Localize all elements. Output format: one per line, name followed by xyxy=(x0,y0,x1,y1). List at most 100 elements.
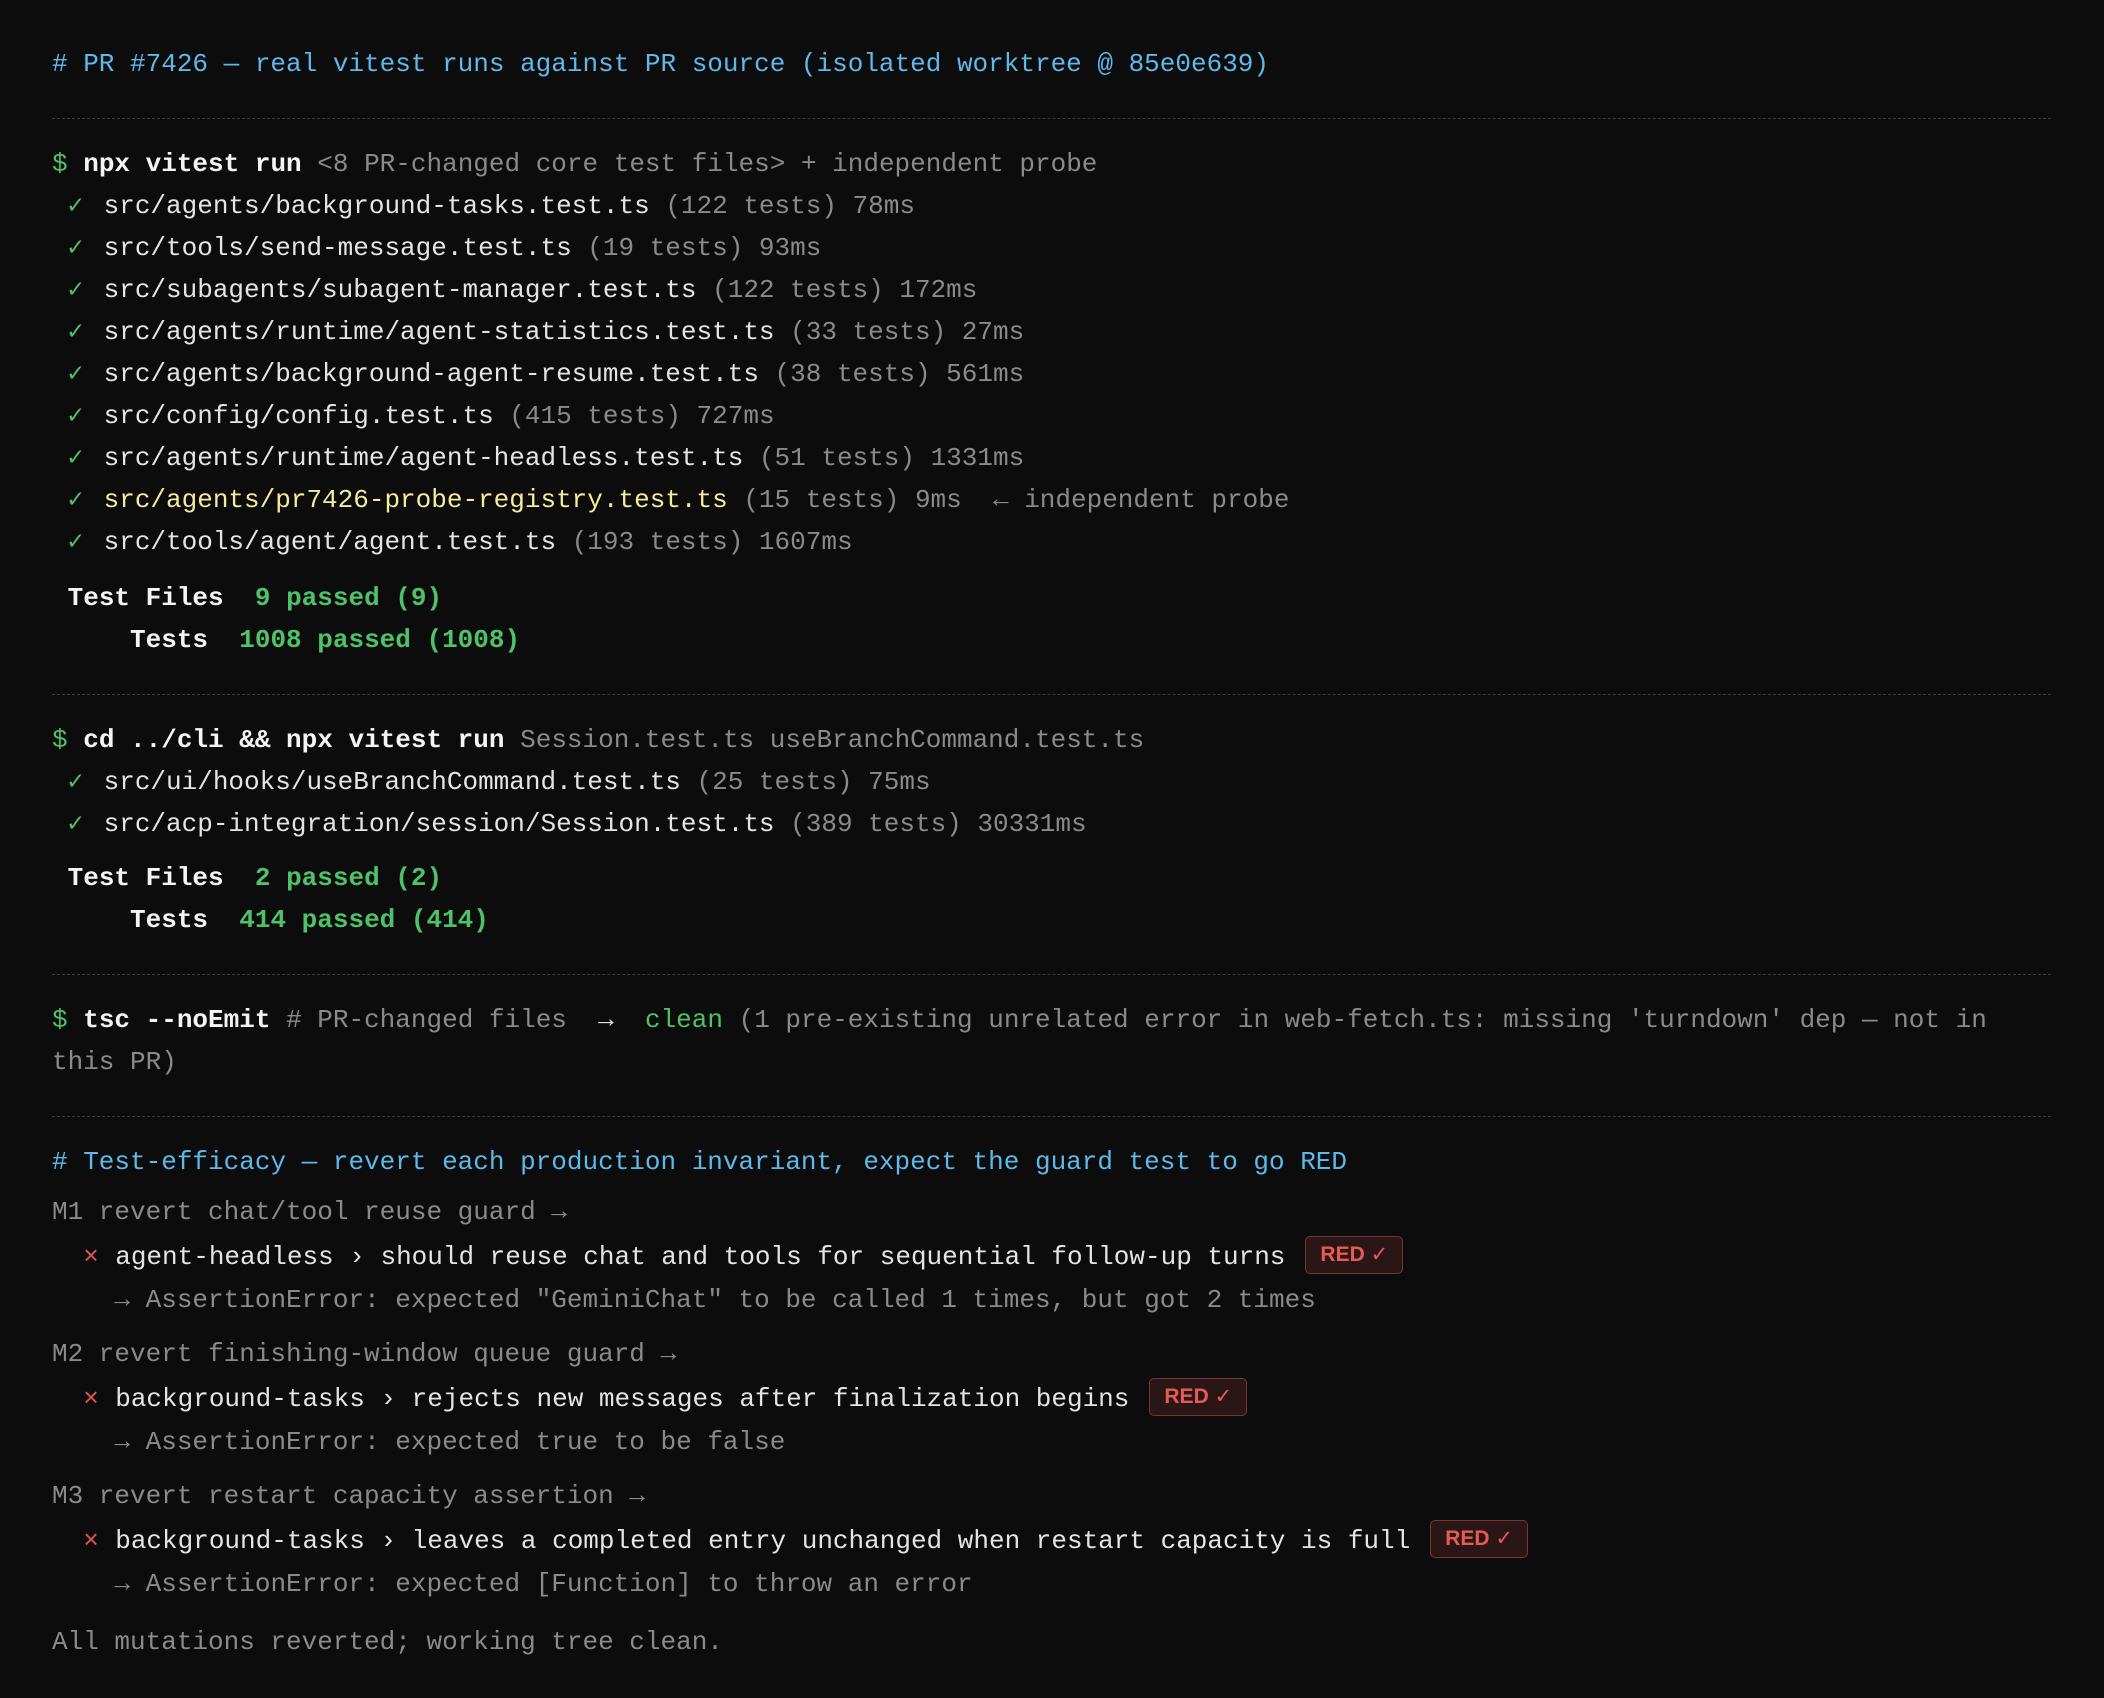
summary-test-files: Test Files 2 passed (2) xyxy=(52,862,442,894)
mutation-test-name: background-tasks › leaves a completed en… xyxy=(115,1525,1411,1556)
check-icon: ✓ xyxy=(67,317,84,347)
test-file-row: ✓ src/tools/agent/agent.test.ts (193 test… xyxy=(52,526,853,558)
test-file-meta: (15 tests) 9ms xyxy=(743,485,962,515)
test-file-path: src/config/config.test.ts xyxy=(103,401,494,431)
test-file-path: src/ui/hooks/useBranchCommand.test.ts xyxy=(103,767,681,797)
command-text: cd ../cli && npx vitest run xyxy=(83,725,505,755)
red-status-badge: RED ✓ xyxy=(1305,1236,1404,1274)
test-file-meta: (33 tests) 27ms xyxy=(790,317,1025,347)
prompt-symbol: $ xyxy=(52,725,68,755)
cross-icon: × xyxy=(83,1525,99,1556)
mutation-title: M3 revert restart capacity assertion → xyxy=(52,1481,645,1511)
test-file-row: ✓ src/agents/background-agent-resume.test… xyxy=(52,358,1025,390)
assertion-error: → AssertionError: expected true to be fa… xyxy=(52,1426,785,1458)
red-status-badge: RED ✓ xyxy=(1430,1520,1529,1558)
check-icon: ✓ xyxy=(67,485,84,515)
command-comment: # PR-changed files xyxy=(286,1005,567,1035)
test-file-path: src/agents/runtime/agent-headless.test.t… xyxy=(103,443,744,473)
summary-label: Test Files xyxy=(67,863,224,893)
command-line-vitest: $ npx vitest run <8 PR-changed core test… xyxy=(52,148,1097,180)
check-icon: ✓ xyxy=(67,191,84,221)
command-line-tsc: $ tsc --noEmit # PR-changed files → clea… xyxy=(52,999,2052,1083)
assertion-error: → AssertionError: expected [Function] to… xyxy=(52,1568,973,1600)
command-text: tsc --noEmit xyxy=(83,1005,271,1035)
test-file-meta: (122 tests) 172ms xyxy=(712,275,978,305)
summary-value: 2 passed (2) xyxy=(254,863,443,893)
cross-icon: × xyxy=(83,1241,99,1272)
test-file-meta: (51 tests) 1331ms xyxy=(758,443,1025,473)
test-file-row: ✓ src/ui/hooks/useBranchCommand.test.ts (… xyxy=(52,766,931,798)
red-status-badge: RED ✓ xyxy=(1149,1378,1248,1416)
summary-value: 414 passed (414) xyxy=(239,905,489,935)
test-file-path: src/acp-integration/session/Session.test… xyxy=(103,809,775,839)
test-file-row: ✓ src/acp-integration/session/Session.tes… xyxy=(52,808,1087,840)
mutation-test-name: background-tasks › rejects new messages … xyxy=(115,1383,1130,1414)
test-file-path: src/agents/runtime/agent-statistics.test… xyxy=(103,317,775,347)
summary-label: Test Files xyxy=(67,583,224,613)
assertion-error-text: → AssertionError: expected "GeminiChat" … xyxy=(114,1285,1316,1315)
footer-status: All mutations reverted; working tree cle… xyxy=(52,1627,723,1657)
divider xyxy=(52,1116,2051,1117)
prompt-symbol: $ xyxy=(52,1005,68,1035)
page-title: # PR #7426 — real vitest runs against PR… xyxy=(52,49,1269,79)
arrow-icon: → xyxy=(598,1005,614,1035)
summary-tests: Tests 414 passed (414) xyxy=(52,904,489,936)
test-file-meta: (122 tests) 78ms xyxy=(665,191,915,221)
command-args: <8 PR-changed core test files> + indepen… xyxy=(317,149,1098,179)
command-args: Session.test.ts useBranchCommand.test.ts xyxy=(520,725,1145,755)
section-heading: # Test-efficacy — revert each production… xyxy=(52,1147,1348,1177)
test-file-row: ✓ src/agents/runtime/agent-statistics.tes… xyxy=(52,316,1025,348)
check-icon: ✓ xyxy=(67,275,84,305)
test-file-meta: (193 tests) 1607ms xyxy=(571,527,853,557)
test-file-meta: (38 tests) 561ms xyxy=(774,359,1025,389)
check-icon: ✓ xyxy=(67,359,84,389)
check-icon: ✓ xyxy=(67,443,84,473)
test-file-meta: (25 tests) 75ms xyxy=(696,767,931,797)
test-file-row: ✓ src/agents/runtime/agent-headless.test.… xyxy=(52,442,1025,474)
test-file-path: src/agents/background-agent-resume.test.… xyxy=(103,359,759,389)
mutation-title: M2 revert finishing-window queue guard → xyxy=(52,1339,677,1369)
cross-icon: × xyxy=(83,1383,99,1414)
divider xyxy=(52,118,2051,119)
mutation-title: M1 revert chat/tool reuse guard → xyxy=(52,1197,567,1227)
test-file-row: ✓ src/subagents/subagent-manager.test.ts … xyxy=(52,274,978,306)
summary-label: Tests xyxy=(130,625,209,655)
terminal-output: # PR #7426 — real vitest runs against PR… xyxy=(0,0,2104,1698)
check-icon: ✓ xyxy=(67,527,84,557)
summary-value: 1008 passed (1008) xyxy=(239,625,521,655)
test-file-path: src/agents/pr7426-probe-registry.test.ts xyxy=(103,485,728,515)
command-text: npx vitest run xyxy=(83,149,302,179)
test-file-row-probe: ✓ src/agents/pr7426-probe-registry.test.t… xyxy=(52,484,1290,516)
test-file-meta: (389 tests) 30331ms xyxy=(790,809,1087,839)
mutation-test-row: × background-tasks › leaves a completed e… xyxy=(52,1520,1529,1558)
mutation-test-row: × background-tasks › rejects new messages… xyxy=(52,1378,1248,1416)
assertion-error-text: → AssertionError: expected [Function] to… xyxy=(114,1569,973,1599)
check-icon: ✓ xyxy=(67,809,84,839)
divider xyxy=(52,694,2051,695)
divider xyxy=(52,974,2051,975)
summary-tests: Tests 1008 passed (1008) xyxy=(52,624,520,656)
assertion-error: → AssertionError: expected "GeminiChat" … xyxy=(52,1284,1316,1316)
mutation-test-name: agent-headless › should reuse chat and t… xyxy=(115,1241,1286,1272)
assertion-error-text: → AssertionError: expected true to be fa… xyxy=(114,1427,786,1457)
check-icon: ✓ xyxy=(67,767,84,797)
test-file-row: ✓ src/agents/background-tasks.test.ts (12… xyxy=(52,190,915,222)
check-icon: ✓ xyxy=(67,233,84,263)
tsc-result: clean xyxy=(644,1005,723,1035)
test-file-row: ✓ src/tools/send-message.test.ts (19 test… xyxy=(52,232,822,264)
probe-note: ← independent probe xyxy=(992,485,1290,515)
mutation-test-row: × agent-headless › should reuse chat and … xyxy=(52,1236,1404,1274)
command-line-cli-vitest: $ cd ../cli && npx vitest run Session.te… xyxy=(52,724,1144,756)
summary-value: 9 passed (9) xyxy=(254,583,443,613)
summary-label: Tests xyxy=(130,905,209,935)
test-file-row: ✓ src/config/config.test.ts (415 tests) 7… xyxy=(52,400,775,432)
summary-test-files: Test Files 9 passed (9) xyxy=(52,582,442,614)
prompt-symbol: $ xyxy=(52,149,68,179)
test-file-meta: (415 tests) 727ms xyxy=(509,401,775,431)
test-file-path: src/tools/agent/agent.test.ts xyxy=(103,527,557,557)
check-icon: ✓ xyxy=(67,401,84,431)
test-file-meta: (19 tests) 93ms xyxy=(587,233,822,263)
test-file-path: src/agents/background-tasks.test.ts xyxy=(103,191,650,221)
test-file-path: src/subagents/subagent-manager.test.ts xyxy=(103,275,697,305)
test-file-path: src/tools/send-message.test.ts xyxy=(103,233,572,263)
